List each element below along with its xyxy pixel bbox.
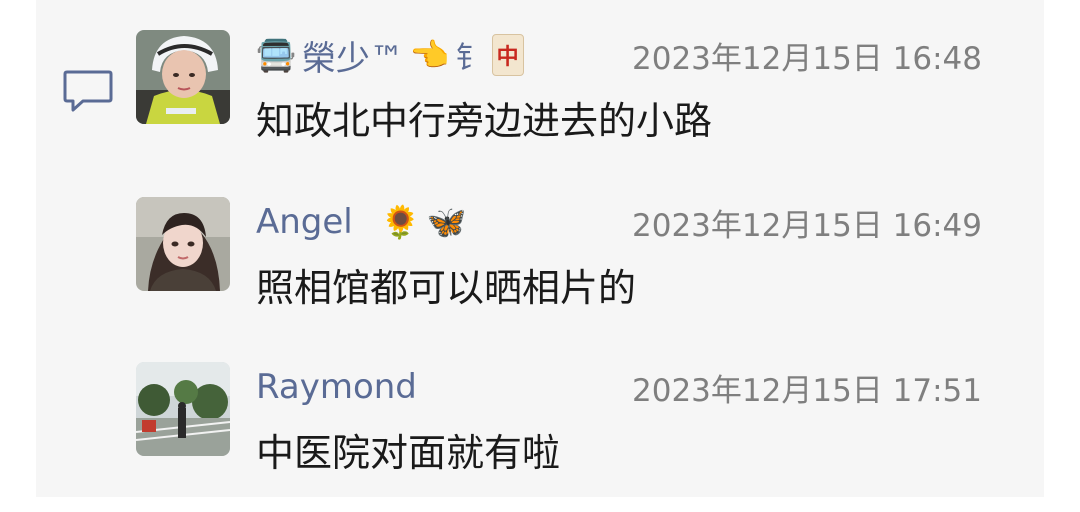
avatar[interactable] (136, 362, 230, 456)
commenter-name[interactable]: Angel (256, 202, 353, 242)
comment-item: Raymond 2023年12月15日 17:51 中医院对面就有啦 (136, 362, 996, 492)
comment-text: 中医院对面就有啦 (256, 431, 561, 475)
name-row: Angel 🌻 🦋 (256, 197, 466, 247)
commenter-name[interactable]: 榮少™ (302, 31, 404, 80)
commenter-name[interactable]: Raymond (256, 367, 417, 407)
name-row: 🚍 榮少™ 👈 钅 中 (256, 30, 524, 80)
pointing-hand-icon: 👈 (409, 36, 450, 74)
name-badge-text: 钅 (455, 41, 486, 76)
comment-text: 照相馆都可以晒相片的 (256, 266, 637, 310)
comment-item: Angel 🌻 🦋 2023年12月15日 16:49 照相馆都可以晒相片的 (136, 197, 996, 327)
sunflower-icon: 🌻 (380, 203, 421, 241)
comment-timestamp: 2023年12月15日 17:51 (632, 372, 982, 409)
comment-icon[interactable] (63, 69, 113, 113)
comment-timestamp: 2023年12月15日 16:48 (632, 40, 982, 77)
avatar[interactable] (136, 197, 230, 291)
butterfly-icon: 🦋 (426, 203, 467, 241)
avatar[interactable] (136, 30, 230, 124)
comment-text: 知政北中行旁边进去的小路 (256, 99, 713, 143)
comment-item: 🚍 榮少™ 👈 钅 中 2023年12月15日 16:48 知政北中行旁边进去的… (136, 30, 996, 160)
mahjong-tile-icon: 中 (491, 34, 524, 76)
comment-timestamp: 2023年12月15日 16:49 (632, 207, 982, 244)
bus-icon: 🚍 (256, 36, 296, 74)
name-row: Raymond (256, 362, 417, 412)
